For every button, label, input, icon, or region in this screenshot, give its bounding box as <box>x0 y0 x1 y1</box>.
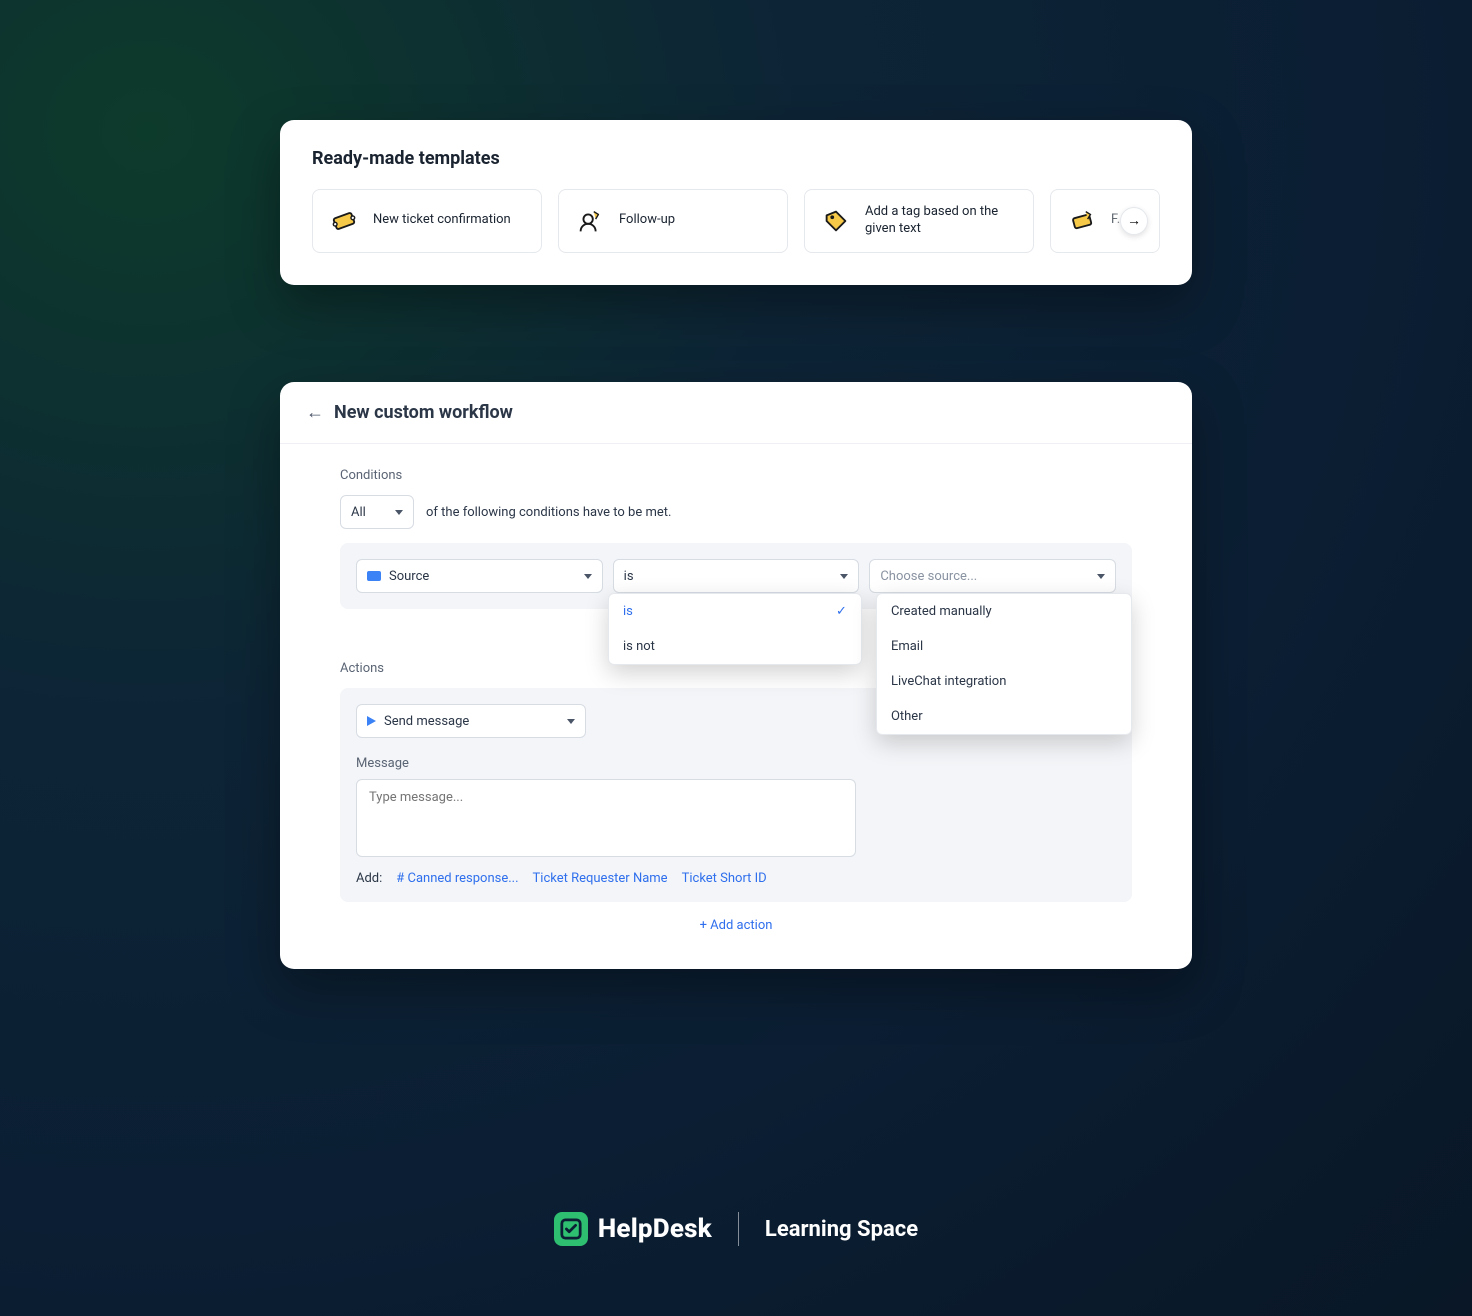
chevron-down-icon <box>567 719 575 724</box>
value-option-label: Email <box>891 639 923 654</box>
templates-heading: Ready-made templates <box>312 148 1160 169</box>
condition-operator-value: is <box>624 569 634 584</box>
condition-value-select[interactable]: Choose source... <box>869 559 1116 593</box>
value-option[interactable]: Other <box>877 699 1131 734</box>
template-label: Add a tag based on the given text <box>865 204 1017 238</box>
add-link-requester[interactable]: Ticket Requester Name <box>533 871 668 886</box>
arrow-right-icon: → <box>1127 212 1141 229</box>
workflow-header: ← New custom workflow <box>280 382 1192 444</box>
message-input[interactable] <box>356 779 856 857</box>
operator-option-label: is not <box>623 639 655 654</box>
add-action-button[interactable]: + Add action <box>340 918 1132 939</box>
helpdesk-logo-icon <box>554 1212 588 1246</box>
template-label: Follow-up <box>619 212 675 229</box>
condition-value-placeholder: Choose source... <box>880 569 977 584</box>
condition-row: Source is Choose source... is ✓ <box>340 543 1132 609</box>
ticket-arrow-icon <box>1067 206 1097 236</box>
brand: HelpDesk <box>554 1212 712 1246</box>
match-select-value: All <box>351 505 366 520</box>
condition-field-select[interactable]: Source <box>356 559 603 593</box>
template-card-add-tag[interactable]: Add a tag based on the given text <box>804 189 1034 253</box>
templates-panel: Ready-made templates New ticket confirma… <box>280 120 1192 285</box>
send-icon <box>367 716 376 726</box>
template-label: New ticket confirmation <box>373 212 511 229</box>
value-dropdown: Created manually Email LiveChat integrat… <box>876 593 1132 735</box>
source-icon <box>367 571 381 581</box>
condition-operator-select[interactable]: is <box>613 559 860 593</box>
divider <box>738 1212 739 1246</box>
workflow-body: Conditions All of the following conditio… <box>280 444 1192 969</box>
conditions-match-line: All of the following conditions have to … <box>340 495 1132 529</box>
template-card-follow-up[interactable]: Follow-up <box>558 189 788 253</box>
templates-row: New ticket confirmation Follow-up Add a … <box>312 189 1160 253</box>
add-variables-line: Add: # Canned response... Ticket Request… <box>356 871 1116 886</box>
message-label: Message <box>356 756 1116 771</box>
footer: HelpDesk Learning Space <box>0 1212 1472 1246</box>
operator-option-is-not[interactable]: is not <box>609 629 861 664</box>
condition-field-label: Source <box>389 569 429 584</box>
value-option-label: Other <box>891 709 923 724</box>
conditions-label: Conditions <box>340 468 1132 483</box>
value-option[interactable]: Email <box>877 629 1131 664</box>
person-arrow-icon <box>575 206 605 236</box>
ticket-icon <box>329 206 359 236</box>
add-link-shortid[interactable]: Ticket Short ID <box>682 871 767 886</box>
operator-option-label: is <box>623 604 633 619</box>
templates-scroll-right[interactable]: → <box>1120 207 1148 235</box>
tag-icon <box>821 206 851 236</box>
value-option[interactable]: Created manually <box>877 594 1131 629</box>
add-link-canned[interactable]: # Canned response... <box>396 871 518 886</box>
check-icon: ✓ <box>836 604 847 619</box>
match-suffix-text: of the following conditions have to be m… <box>426 505 671 520</box>
chevron-down-icon <box>1097 574 1105 579</box>
operator-option-is[interactable]: is ✓ <box>609 594 861 629</box>
chevron-down-icon <box>395 510 403 515</box>
chevron-down-icon <box>584 574 592 579</box>
operator-dropdown: is ✓ is not <box>608 593 862 665</box>
value-option-label: LiveChat integration <box>891 674 1006 689</box>
value-option[interactable]: LiveChat integration <box>877 664 1131 699</box>
workflow-title: New custom workflow <box>334 402 513 423</box>
action-select-value: Send message <box>384 714 469 729</box>
footer-section: Learning Space <box>765 1217 918 1242</box>
action-select[interactable]: Send message <box>356 704 586 738</box>
chevron-down-icon <box>840 574 848 579</box>
template-card-new-ticket[interactable]: New ticket confirmation <box>312 189 542 253</box>
add-label: Add: <box>356 871 382 886</box>
brand-name: HelpDesk <box>598 1214 712 1244</box>
match-select[interactable]: All <box>340 495 414 529</box>
value-option-label: Created manually <box>891 604 992 619</box>
back-arrow-icon[interactable]: ← <box>306 404 324 422</box>
workflow-panel: ← New custom workflow Conditions All of … <box>280 382 1192 969</box>
